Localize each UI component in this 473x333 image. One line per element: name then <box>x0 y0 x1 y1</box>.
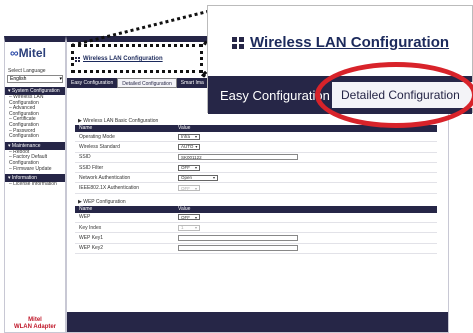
select-value: OFF <box>181 185 190 191</box>
chevron-down-icon: ▾ <box>194 165 197 171</box>
sidebar-item[interactable]: – Certificate Configuration <box>5 117 65 128</box>
row-label: IEEE802.1X Authentication <box>79 185 140 192</box>
basic-table: Operating Mode Infra ▾ Wireless Standard AUT… <box>75 132 437 194</box>
bottom-bar <box>67 312 448 332</box>
table-row: Network Authentication Open ▾ <box>75 173 437 184</box>
row-label: WEP <box>79 214 91 221</box>
wep-table-header: Name Value <box>75 205 437 213</box>
tab-easy-configuration[interactable]: Easy Configuration <box>67 78 117 88</box>
table-row: WEP Key1 <box>75 233 437 244</box>
row-label: Wireless Standard <box>79 143 120 150</box>
select-value: OFF <box>181 214 190 220</box>
select-value: AUTO <box>181 144 194 150</box>
language-value: English <box>10 76 27 82</box>
table-row: Wireless Standard AUTO ▾ <box>75 142 437 153</box>
sidebar-footer: Mitel WLAN Adapter <box>5 317 65 332</box>
row-label: SSID Filter <box>79 164 104 171</box>
row-label: Key Index <box>79 224 102 231</box>
col-value: Value <box>178 125 191 131</box>
footer-product: WLAN Adapter <box>13 324 57 330</box>
sidebar-nav: ▾ System Configuration – Wireless LAN Con… <box>5 87 65 188</box>
language-select[interactable]: English ▾ <box>7 75 63 83</box>
chevron-down-icon: ▾ <box>194 134 197 140</box>
select-value: Open <box>181 175 193 181</box>
tab-smart-image[interactable]: Smart Ima <box>177 78 208 88</box>
chevron-down-icon: ▾ <box>194 225 197 231</box>
select-value: 1 <box>181 225 184 231</box>
table-row: Operating Mode Infra ▾ <box>75 132 437 143</box>
value-select[interactable]: Infra ▾ <box>178 133 200 140</box>
text-input[interactable] <box>178 235 298 242</box>
row-label: WEP Key2 <box>79 245 104 252</box>
value-select[interactable]: AUTO ▾ <box>178 143 200 150</box>
select-value: OFF <box>181 165 190 171</box>
table-row: WEP Key2 <box>75 244 437 254</box>
zoom-tab-easy-configuration[interactable]: Easy Configuration <box>220 88 330 103</box>
wep-table: WEP OFF ▾ Key Index 1 ▾ WEP Key1 WEP Key2 <box>75 213 437 254</box>
logo-text: Mitel <box>18 46 46 60</box>
wep-section-title: ▶ WEP Configuration <box>78 198 126 205</box>
table-row: IEEE802.1X Authentication OFF ▾ <box>75 183 437 194</box>
value-select[interactable]: Open ▾ <box>178 174 218 181</box>
footer-brand: Mitel <box>28 317 42 323</box>
row-label: Operating Mode <box>79 133 115 140</box>
col-value: Value <box>178 205 191 212</box>
chevron-down-icon: ▾ <box>194 185 197 191</box>
value-select[interactable]: OFF ▾ <box>178 164 200 171</box>
value-select: OFF ▾ <box>178 185 200 192</box>
table-row: Key Index 1 ▾ <box>75 223 437 234</box>
zoom-title-block: Wireless LAN Configuration <box>232 34 449 51</box>
highlight-dotted-box <box>71 44 203 73</box>
grid-icon <box>232 36 244 49</box>
table-row: SSID Filter OFF ▾ <box>75 163 437 174</box>
mitel-logo-icon: ∞ <box>10 46 18 60</box>
screenshot-frame: ∞ Mitel Select Language English ▾ ▾ Syst… <box>0 0 473 333</box>
col-name: Name <box>79 205 93 212</box>
value-select: 1 ▾ <box>178 224 200 231</box>
sidebar-item[interactable]: – Password Configuration <box>5 128 65 140</box>
table-row: SSID SK001122 <box>75 153 437 163</box>
col-name: Name <box>79 125 93 131</box>
sidebar-item[interactable]: – Factory Default Configuration <box>5 154 65 166</box>
row-label: SSID <box>79 154 91 161</box>
zoom-page-title: Wireless LAN Configuration <box>250 34 450 51</box>
tab-detailed-configuration[interactable]: Detailed Configuration <box>117 78 177 88</box>
chevron-down-icon: ▾ <box>59 76 62 82</box>
text-input[interactable]: SK001122 <box>178 154 298 161</box>
sidebar-item[interactable]: – License Information <box>5 182 65 188</box>
logo: ∞ Mitel <box>5 42 65 66</box>
row-label: WEP Key1 <box>79 235 104 242</box>
config-content: ▶ Wireless LAN Basic Configuration Name … <box>75 116 437 254</box>
sidebar-item[interactable]: – Firmware Update <box>5 166 65 173</box>
sidebar: ∞ Mitel Select Language English ▾ ▾ Syst… <box>4 36 66 333</box>
chevron-down-icon: ▾ <box>195 144 198 150</box>
row-label: Network Authentication <box>79 174 131 181</box>
select-value: Infra <box>181 134 191 140</box>
table-row: WEP OFF ▾ <box>75 213 437 224</box>
highlight-red-oval <box>315 62 473 128</box>
value-select[interactable]: OFF ▾ <box>178 214 200 221</box>
text-input[interactable] <box>178 245 298 252</box>
language-label: Select Language <box>8 68 46 74</box>
chevron-down-icon: ▾ <box>212 175 215 181</box>
chevron-down-icon: ▾ <box>194 214 197 220</box>
